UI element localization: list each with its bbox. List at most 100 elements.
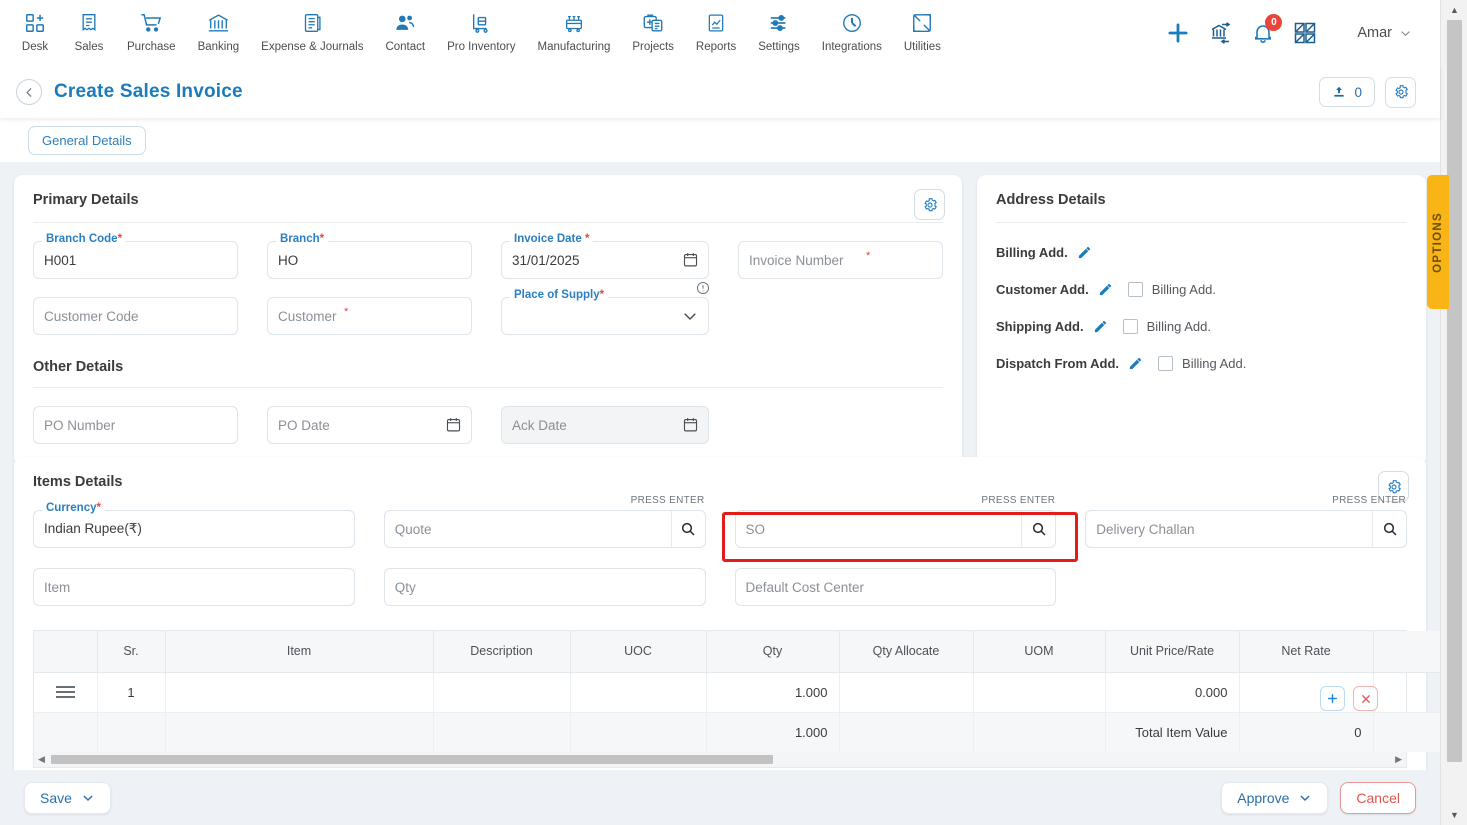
delivery-challan-input[interactable] <box>1085 510 1407 548</box>
edit-pencil-icon[interactable] <box>1098 282 1113 297</box>
page-settings-button[interactable] <box>1385 76 1416 108</box>
search-icon[interactable] <box>1021 511 1055 547</box>
customer-input[interactable] <box>267 297 472 335</box>
same-as-billing-checkbox[interactable] <box>1127 282 1143 297</box>
drag-handle-icon[interactable] <box>45 686 86 698</box>
add-new-button[interactable] <box>1165 20 1191 46</box>
nav-item-utilities[interactable]: Utilities <box>893 0 952 53</box>
edit-pencil-icon[interactable] <box>1077 245 1092 260</box>
info-icon[interactable] <box>696 281 710 300</box>
page-scrollbar[interactable]: ▲ ▼ <box>1440 0 1467 825</box>
po-date-input[interactable] <box>267 406 472 444</box>
add-row-button[interactable] <box>1320 686 1345 711</box>
branch-input[interactable] <box>267 241 472 279</box>
invoice-date-label: Invoice Date * <box>510 233 594 245</box>
customer-code-input[interactable] <box>33 297 238 335</box>
checkbox-label: Billing Add. <box>1151 282 1217 297</box>
nav-label: Utilities <box>903 41 941 53</box>
row-action-buttons <box>1320 686 1378 711</box>
scroll-left-arrow[interactable]: ◀ <box>38 754 45 765</box>
row-qty-allocate[interactable] <box>839 672 974 713</box>
inventory-trolley-icon <box>470 9 492 36</box>
search-icon[interactable] <box>670 511 705 547</box>
nav-item-reports[interactable]: Reports <box>685 0 747 53</box>
nav-label: Projects <box>632 41 674 53</box>
col-uom: UOM <box>973 631 1106 673</box>
tab-general-details[interactable]: General Details <box>28 125 146 155</box>
nav-item-settings[interactable]: Settings <box>747 0 811 53</box>
invoice-date-field: Invoice Date * <box>501 233 709 279</box>
invoice-number-input[interactable] <box>738 241 943 279</box>
approve-button[interactable]: Approve <box>1221 781 1329 814</box>
delete-row-button[interactable] <box>1353 686 1378 711</box>
nav-item-purchase[interactable]: Purchase <box>116 0 187 53</box>
bank-transfer-icon[interactable] <box>1209 21 1233 45</box>
col-unit-price-rate: Unit Price/Rate <box>1105 631 1240 673</box>
chevron-down-icon[interactable] <box>681 307 699 330</box>
currency-input[interactable] <box>33 510 355 548</box>
nav-label: Sales <box>74 41 104 53</box>
so-input[interactable] <box>734 510 1057 548</box>
col-description: Description <box>433 631 571 673</box>
quote-field: PRESS ENTER <box>383 495 706 548</box>
nav-item-pro-inventory[interactable]: Pro Inventory <box>436 0 526 53</box>
nav-item-projects[interactable]: Projects <box>621 0 685 53</box>
scroll-thumb[interactable] <box>51 755 773 764</box>
edit-pencil-icon[interactable] <box>1128 356 1143 371</box>
gear-icon <box>1394 85 1408 99</box>
gear-icon <box>1387 479 1401 493</box>
scroll-down-arrow[interactable]: ▼ <box>1441 805 1467 825</box>
top-navigation-actions: 0 Amar <box>1165 0 1412 66</box>
po-number-input[interactable] <box>33 406 238 444</box>
calendar-icon[interactable] <box>445 416 462 438</box>
branch-code-input[interactable] <box>33 241 238 279</box>
calendar-icon[interactable] <box>682 251 699 273</box>
nav-item-integrations[interactable]: Integrations <box>811 0 893 53</box>
qty-input[interactable] <box>383 568 706 606</box>
nav-item-contact[interactable]: Contact <box>374 0 436 53</box>
bottom-right-actions: Approve Cancel <box>1221 781 1416 814</box>
row-description[interactable] <box>433 672 571 713</box>
row-uoc[interactable] <box>570 672 707 713</box>
options-side-tab[interactable]: OPTIONS <box>1427 175 1449 309</box>
row-unit-price[interactable]: 0.000 <box>1105 672 1240 713</box>
user-menu[interactable]: Amar <box>1357 25 1412 41</box>
scroll-up-arrow[interactable]: ▲ <box>1441 0 1467 20</box>
nav-item-desk[interactable]: Desk <box>8 0 62 53</box>
table-horizontal-scrollbar[interactable]: ◀ ▶ <box>34 752 1406 767</box>
address-details-card: Address Details Billing Add. Customer Ad… <box>977 175 1426 466</box>
ack-date-field <box>501 406 709 444</box>
user-name: Amar <box>1357 25 1392 41</box>
nav-item-sales[interactable]: Sales <box>62 0 116 53</box>
save-button[interactable]: Save <box>24 781 111 814</box>
form-body: Primary Details Branch Code* Branch* <box>0 162 1464 782</box>
same-as-billing-checkbox[interactable] <box>1122 319 1138 334</box>
item-input[interactable] <box>33 568 355 606</box>
row-uom[interactable] <box>973 672 1106 713</box>
row-drag-handle-cell[interactable] <box>34 672 98 713</box>
nav-item-expense-journals[interactable]: Expense & Journals <box>250 0 374 53</box>
notifications-bell-icon[interactable]: 0 <box>1251 14 1283 45</box>
row-qty[interactable]: 1.000 <box>706 672 840 713</box>
nav-item-manufacturing[interactable]: Manufacturing <box>527 0 622 53</box>
place-of-supply-label: Place of Supply* <box>510 289 609 301</box>
page-scroll-thumb[interactable] <box>1447 20 1462 762</box>
cancel-button[interactable]: Cancel <box>1340 781 1416 814</box>
row-item[interactable] <box>165 672 434 713</box>
quote-input[interactable] <box>383 510 706 548</box>
apps-grid-icon[interactable] <box>1293 21 1317 45</box>
edit-pencil-icon[interactable] <box>1093 319 1108 334</box>
default-cost-center-input[interactable] <box>734 568 1057 606</box>
items-fields-row-1: Currency* PRESS ENTER PRESS ENTER <box>33 495 1407 548</box>
invoice-date-input[interactable] <box>501 241 709 279</box>
search-icon[interactable] <box>1372 511 1406 547</box>
scroll-right-arrow[interactable]: ▶ <box>1395 754 1402 765</box>
attachments-button[interactable]: 0 <box>1319 77 1375 107</box>
place-of-supply-input[interactable] <box>501 297 709 335</box>
bank-icon <box>207 9 230 36</box>
nav-item-banking[interactable]: Banking <box>187 0 251 53</box>
items-row2-spacer <box>1085 568 1407 606</box>
back-button[interactable] <box>16 79 42 105</box>
primary-details-settings-button[interactable] <box>914 189 945 220</box>
same-as-billing-checkbox[interactable] <box>1158 356 1174 371</box>
